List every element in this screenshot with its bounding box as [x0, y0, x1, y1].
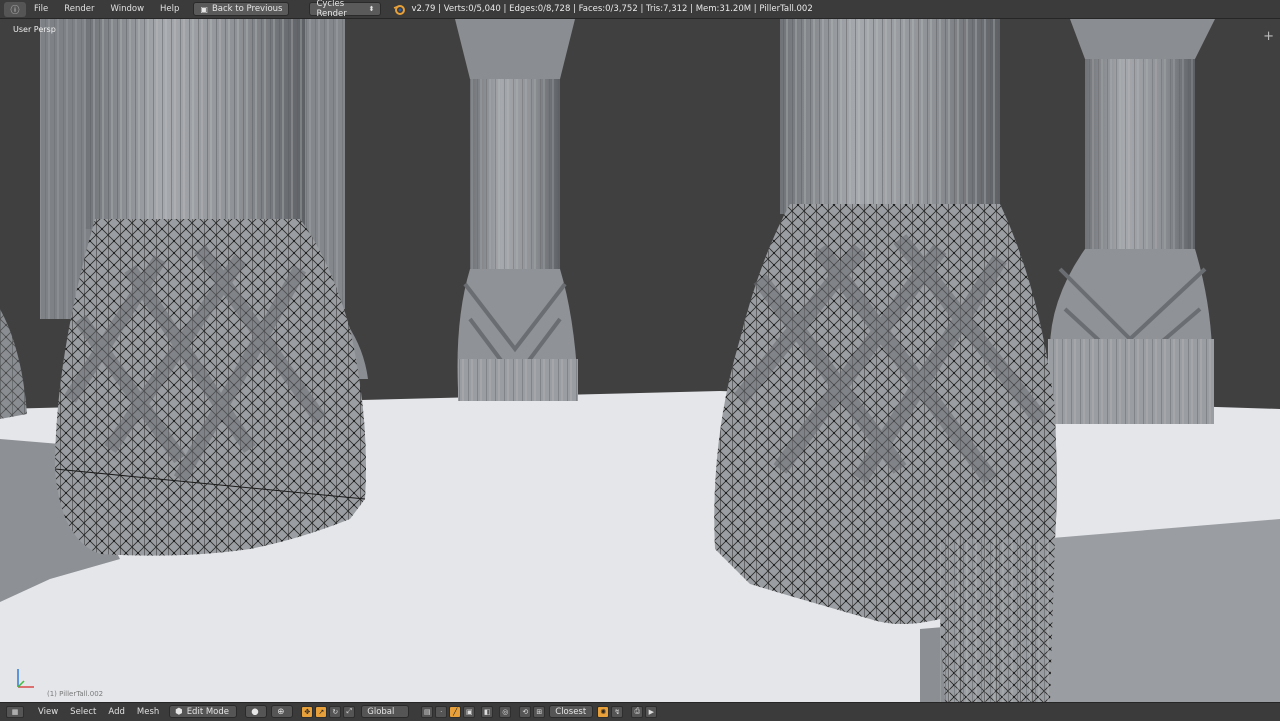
scene-statistics: v2.79 | Verts:0/5,040 | Edges:0/8,728 | … — [411, 4, 813, 14]
orientation-label: Global — [367, 706, 395, 717]
menu-select[interactable]: Select — [64, 703, 102, 721]
mode-dropdown[interactable]: ⬢ Edit Mode — [169, 705, 238, 718]
menu-render[interactable]: Render — [56, 0, 102, 19]
background-pillar-right — [1048, 19, 1215, 424]
mode-label: Edit Mode — [186, 706, 230, 717]
back-to-previous-label: Back to Previous — [211, 4, 283, 14]
transform-orientation-dropdown[interactable]: Global — [361, 705, 410, 718]
rotate-manipulator-icon[interactable]: ↻ — [329, 705, 342, 718]
snap-target-dropdown[interactable]: Closest — [549, 705, 594, 718]
back-arrow-icon: ▣ — [200, 4, 208, 14]
render-engine-label: Cycles Render — [316, 0, 347, 19]
background-pillar-left-edge — [0, 309, 27, 419]
face-select-icon[interactable]: ▣ — [463, 705, 476, 718]
editor-type-icon[interactable]: ▦ — [6, 705, 24, 718]
expand-plus-icon[interactable]: + — [1263, 29, 1274, 44]
translate-manipulator-icon[interactable]: ↗ — [315, 705, 328, 718]
axis-gizmo-icon — [12, 661, 42, 691]
solid-shading-icon: ● — [251, 706, 259, 717]
active-object-label: (1) PillerTall.002 — [47, 690, 104, 698]
info-icon[interactable]: ⓘ — [4, 1, 26, 17]
pivot-icon: ⊕ — [277, 706, 285, 717]
3d-viewport[interactable]: User Persp + (1) PillerTall.002 — [0, 19, 1280, 702]
snap-target-label: Closest — [555, 706, 587, 717]
menu-help[interactable]: Help — [152, 0, 187, 19]
blender-logo-icon — [393, 3, 406, 15]
view3d-header: ▦ View Select Add Mesh ⬢ Edit Mode ● ⊕ ✥… — [0, 702, 1280, 720]
snap-align-icon[interactable]: ✺ — [597, 705, 610, 718]
menu-file[interactable]: File — [26, 0, 56, 19]
chevron-updown-icon: ⬍ — [368, 5, 375, 13]
opengl-animation-icon[interactable]: ▶ — [645, 705, 658, 718]
edge-select-icon[interactable]: ╱ — [449, 705, 462, 718]
scale-manipulator-icon[interactable]: ⤢ — [343, 705, 356, 718]
proportional-edit-icon[interactable]: ◎ — [499, 705, 512, 718]
viewport-scene — [0, 19, 1280, 702]
occlude-geometry-icon[interactable]: ◧ — [481, 705, 494, 718]
view-perspective-label: User Persp — [13, 25, 56, 34]
opengl-render-icon[interactable]: ⎙ — [631, 705, 644, 718]
menu-view[interactable]: View — [32, 703, 64, 721]
render-preview-icon[interactable]: ↯ — [611, 705, 624, 718]
vertex-select-icon[interactable]: · — [435, 705, 448, 718]
snap-element-icon[interactable]: ⊞ — [533, 705, 546, 718]
menu-mesh[interactable]: Mesh — [131, 703, 165, 721]
viewport-shading-dropdown[interactable]: ● — [245, 705, 268, 718]
menu-add[interactable]: Add — [102, 703, 130, 721]
menu-window[interactable]: Window — [103, 0, 153, 19]
pivot-point-dropdown[interactable]: ⊕ — [271, 705, 294, 718]
edit-mode-icon: ⬢ — [175, 706, 183, 717]
render-engine-dropdown[interactable]: Cycles Render ⬍ — [309, 0, 382, 19]
snap-toggle-icon[interactable]: ⟲ — [519, 705, 532, 718]
info-header: ⓘ File Render Window Help ▣ Back to Prev… — [0, 0, 1280, 19]
manipulator-toggle-icon[interactable]: ✥ — [301, 705, 314, 718]
layers-icon[interactable]: ▤ — [421, 705, 434, 718]
back-to-previous-button[interactable]: ▣ Back to Previous — [193, 2, 290, 16]
background-pillar-center — [455, 19, 578, 401]
